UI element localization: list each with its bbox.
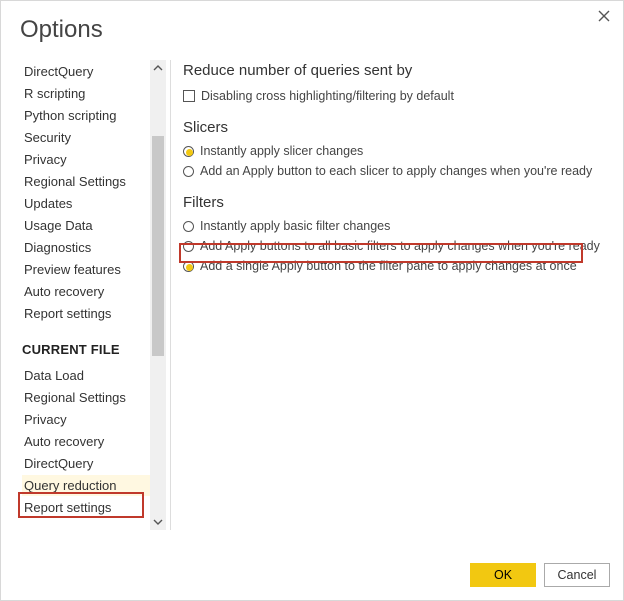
radio-icon bbox=[183, 261, 194, 272]
radio-label: Instantly apply slicer changes bbox=[200, 142, 363, 160]
sidebar-item-query-reduction[interactable]: Query reduction bbox=[22, 475, 158, 496]
radio-label: Add an Apply button to each slicer to ap… bbox=[200, 162, 592, 180]
checkbox-label: Disabling cross highlighting/filtering b… bbox=[201, 87, 454, 105]
dialog-body: DirectQuery R scripting Python scripting… bbox=[14, 60, 610, 530]
sidebar-item-usage-data[interactable]: Usage Data bbox=[22, 215, 158, 236]
close-icon bbox=[596, 8, 612, 24]
sidebar-item-file-report-settings[interactable]: Report settings bbox=[22, 497, 158, 518]
radio-icon bbox=[183, 146, 194, 157]
scroll-down-button[interactable] bbox=[150, 514, 166, 530]
sidebar-item-file-privacy[interactable]: Privacy bbox=[22, 409, 158, 430]
dialog-title: Options bbox=[20, 16, 610, 44]
cancel-button[interactable]: Cancel bbox=[544, 563, 610, 587]
radio-filter-instant[interactable]: Instantly apply basic filter changes bbox=[183, 217, 610, 235]
chevron-down-icon bbox=[153, 517, 163, 527]
checkbox-disable-cross-highlight[interactable]: Disabling cross highlighting/filtering b… bbox=[183, 87, 610, 105]
vertical-divider bbox=[170, 60, 171, 530]
sidebar-section-current-file: CURRENT FILE bbox=[22, 342, 158, 357]
options-dialog: Options DirectQuery R scripting Python s… bbox=[0, 0, 624, 601]
radio-filter-per-filter-apply[interactable]: Add Apply buttons to all basic filters t… bbox=[183, 237, 610, 255]
section-reduce-queries: Reduce number of queries sent by bbox=[183, 62, 610, 79]
sidebar-item-report-settings[interactable]: Report settings bbox=[22, 303, 158, 324]
radio-label: Add a single Apply button to the filter … bbox=[200, 257, 577, 275]
scroll-track[interactable] bbox=[150, 76, 166, 514]
dialog-footer: OK Cancel bbox=[470, 563, 610, 587]
checkbox-icon bbox=[183, 90, 195, 102]
chevron-up-icon bbox=[153, 63, 163, 73]
sidebar-item-r-scripting[interactable]: R scripting bbox=[22, 83, 158, 104]
radio-slicer-apply-button[interactable]: Add an Apply button to each slicer to ap… bbox=[183, 162, 610, 180]
sidebar-item-regional-settings[interactable]: Regional Settings bbox=[22, 171, 158, 192]
content-pane: Reduce number of queries sent by Disabli… bbox=[183, 60, 610, 530]
sidebar-item-updates[interactable]: Updates bbox=[22, 193, 158, 214]
sidebar-item-python-scripting[interactable]: Python scripting bbox=[22, 105, 158, 126]
sidebar-item-diagnostics[interactable]: Diagnostics bbox=[22, 237, 158, 258]
radio-slicer-instant[interactable]: Instantly apply slicer changes bbox=[183, 142, 610, 160]
ok-button[interactable]: OK bbox=[470, 563, 536, 587]
radio-icon bbox=[183, 241, 194, 252]
section-slicers: Slicers bbox=[183, 119, 610, 136]
sidebar-item-auto-recovery[interactable]: Auto recovery bbox=[22, 281, 158, 302]
radio-filter-single-apply[interactable]: Add a single Apply button to the filter … bbox=[183, 257, 610, 275]
sidebar-item-directquery[interactable]: DirectQuery bbox=[22, 61, 158, 82]
sidebar-item-file-auto-recovery[interactable]: Auto recovery bbox=[22, 431, 158, 452]
scroll-thumb[interactable] bbox=[152, 136, 164, 356]
scroll-up-button[interactable] bbox=[150, 60, 166, 76]
sidebar-item-data-load[interactable]: Data Load bbox=[22, 365, 158, 386]
sidebar-item-security[interactable]: Security bbox=[22, 127, 158, 148]
sidebar-item-file-directquery[interactable]: DirectQuery bbox=[22, 453, 158, 474]
sidebar-item-privacy[interactable]: Privacy bbox=[22, 149, 158, 170]
sidebar-list: DirectQuery R scripting Python scripting… bbox=[22, 60, 158, 530]
radio-icon bbox=[183, 221, 194, 232]
sidebar-item-file-regional-settings[interactable]: Regional Settings bbox=[22, 387, 158, 408]
sidebar-scrollbar[interactable] bbox=[150, 60, 166, 530]
sidebar-item-preview-features[interactable]: Preview features bbox=[22, 259, 158, 280]
radio-label: Instantly apply basic filter changes bbox=[200, 217, 390, 235]
radio-label: Add Apply buttons to all basic filters t… bbox=[200, 237, 600, 255]
radio-icon bbox=[183, 166, 194, 177]
close-button[interactable] bbox=[596, 8, 612, 24]
sidebar: DirectQuery R scripting Python scripting… bbox=[14, 60, 166, 530]
section-filters: Filters bbox=[183, 194, 610, 211]
